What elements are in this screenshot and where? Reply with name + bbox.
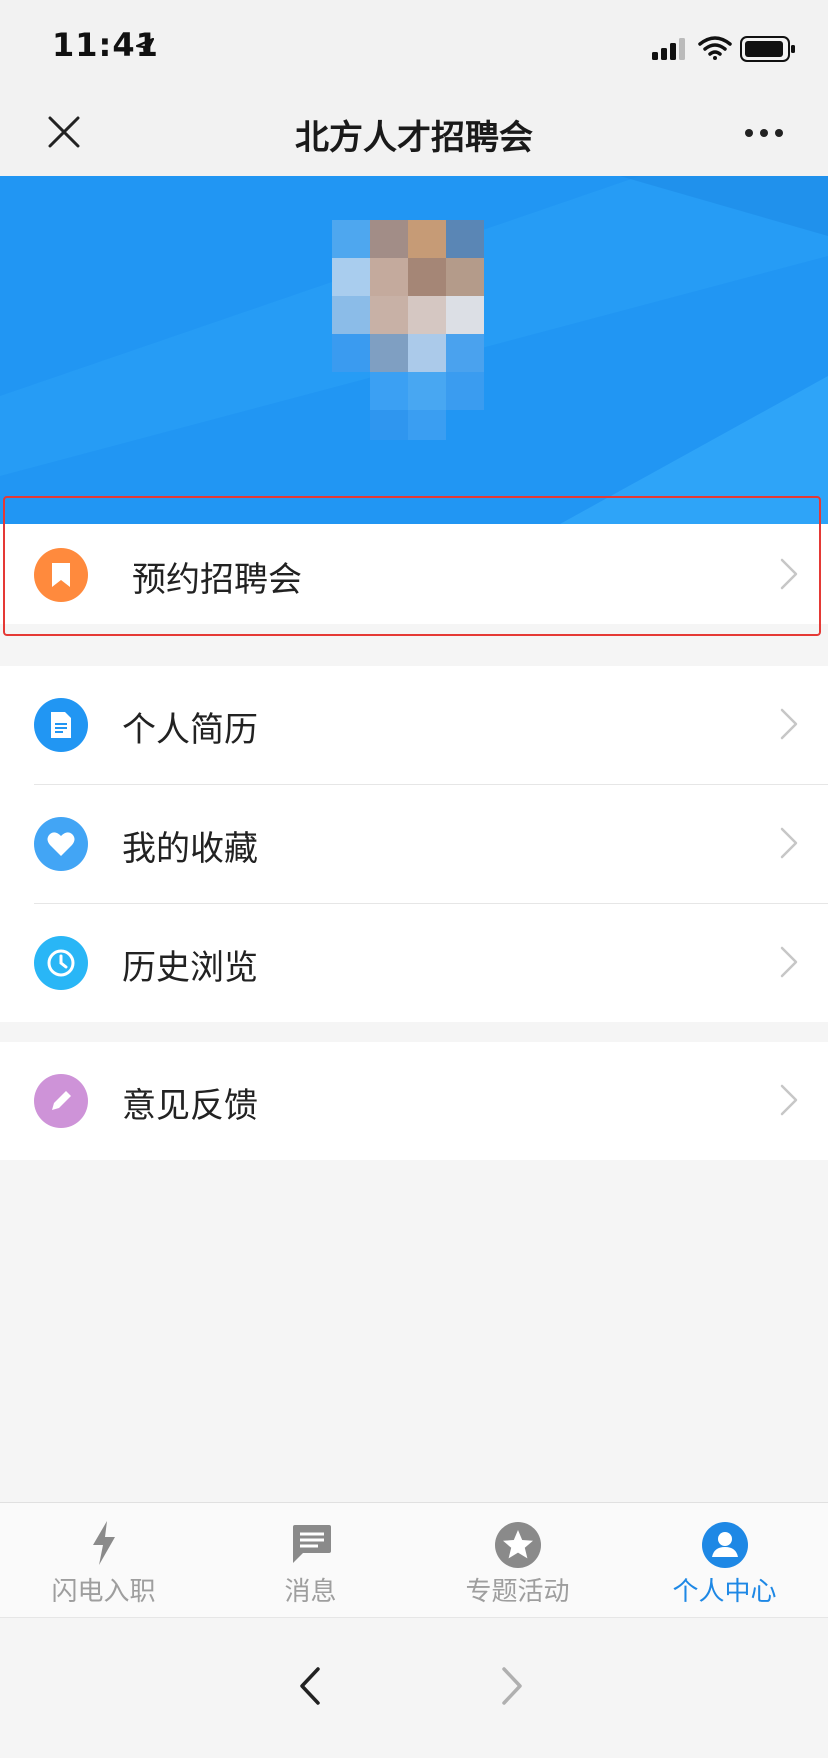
chevron-right-icon bbox=[780, 708, 798, 740]
document-icon bbox=[34, 698, 88, 752]
tab-messages[interactable]: 消息 bbox=[207, 1503, 414, 1617]
chevron-right-icon bbox=[780, 827, 798, 859]
message-icon bbox=[292, 1525, 331, 1563]
wifi-icon bbox=[698, 36, 732, 60]
more-icon[interactable] bbox=[744, 128, 784, 138]
user-icon bbox=[701, 1522, 748, 1568]
page-title: 北方人才招聘会 bbox=[295, 118, 533, 158]
title-bar: 北方人才招聘会 bbox=[0, 90, 828, 176]
chevron-right-icon bbox=[780, 1084, 798, 1116]
lightning-icon bbox=[92, 1521, 115, 1565]
clock-icon bbox=[34, 936, 88, 990]
main-menu-group: 个人简历 我的收藏 历史浏览 bbox=[0, 666, 828, 1022]
menu-item-history[interactable]: 历史浏览 bbox=[0, 904, 828, 1022]
star-icon bbox=[494, 1522, 541, 1568]
browser-nav bbox=[0, 1617, 828, 1758]
profile-banner bbox=[0, 176, 828, 524]
menu-item-feedback[interactable]: 意见反馈 bbox=[0, 1042, 828, 1160]
pencil-icon bbox=[34, 1074, 88, 1128]
tab-events[interactable]: 专题活动 bbox=[414, 1503, 621, 1617]
back-arrow-icon[interactable] bbox=[298, 1666, 322, 1706]
chevron-right-icon bbox=[780, 946, 798, 978]
menu-item-favorites[interactable]: 我的收藏 bbox=[0, 785, 828, 903]
menu-item-resume[interactable]: 个人简历 bbox=[0, 666, 828, 784]
reservation-group: 预约招聘会 bbox=[0, 524, 828, 624]
tab-flash-hire[interactable]: 闪电入职 bbox=[0, 1503, 207, 1617]
tab-bar: 闪电入职 消息 专题活动 个人中心 bbox=[0, 1502, 828, 1617]
menu-item-label: 历史浏览 bbox=[122, 948, 258, 988]
status-bar: 11:41 bbox=[0, 0, 828, 90]
location-arrow-icon bbox=[136, 38, 154, 56]
forward-arrow-icon[interactable] bbox=[500, 1666, 524, 1706]
heart-icon bbox=[34, 817, 88, 871]
battery-icon bbox=[740, 36, 795, 62]
tab-label: 专题活动 bbox=[465, 1577, 570, 1607]
chevron-right-icon bbox=[780, 558, 798, 590]
menu-item-label: 预约招聘会 bbox=[132, 560, 302, 600]
menu-item-label: 意见反馈 bbox=[122, 1086, 258, 1126]
avatar[interactable] bbox=[332, 220, 484, 440]
bookmark-icon bbox=[34, 548, 88, 602]
feedback-group: 意见反馈 bbox=[0, 1042, 828, 1160]
menu-item-label: 个人简历 bbox=[122, 710, 258, 750]
tab-personal-center[interactable]: 个人中心 bbox=[621, 1503, 828, 1617]
tab-label: 消息 bbox=[284, 1577, 337, 1607]
tab-label: 闪电入职 bbox=[51, 1577, 156, 1607]
cellular-signal-icon bbox=[652, 38, 685, 60]
menu-item-reserve-fair[interactable]: 预约招聘会 bbox=[0, 524, 828, 624]
menu-item-label: 我的收藏 bbox=[122, 829, 258, 869]
tab-label: 个人中心 bbox=[672, 1577, 777, 1607]
